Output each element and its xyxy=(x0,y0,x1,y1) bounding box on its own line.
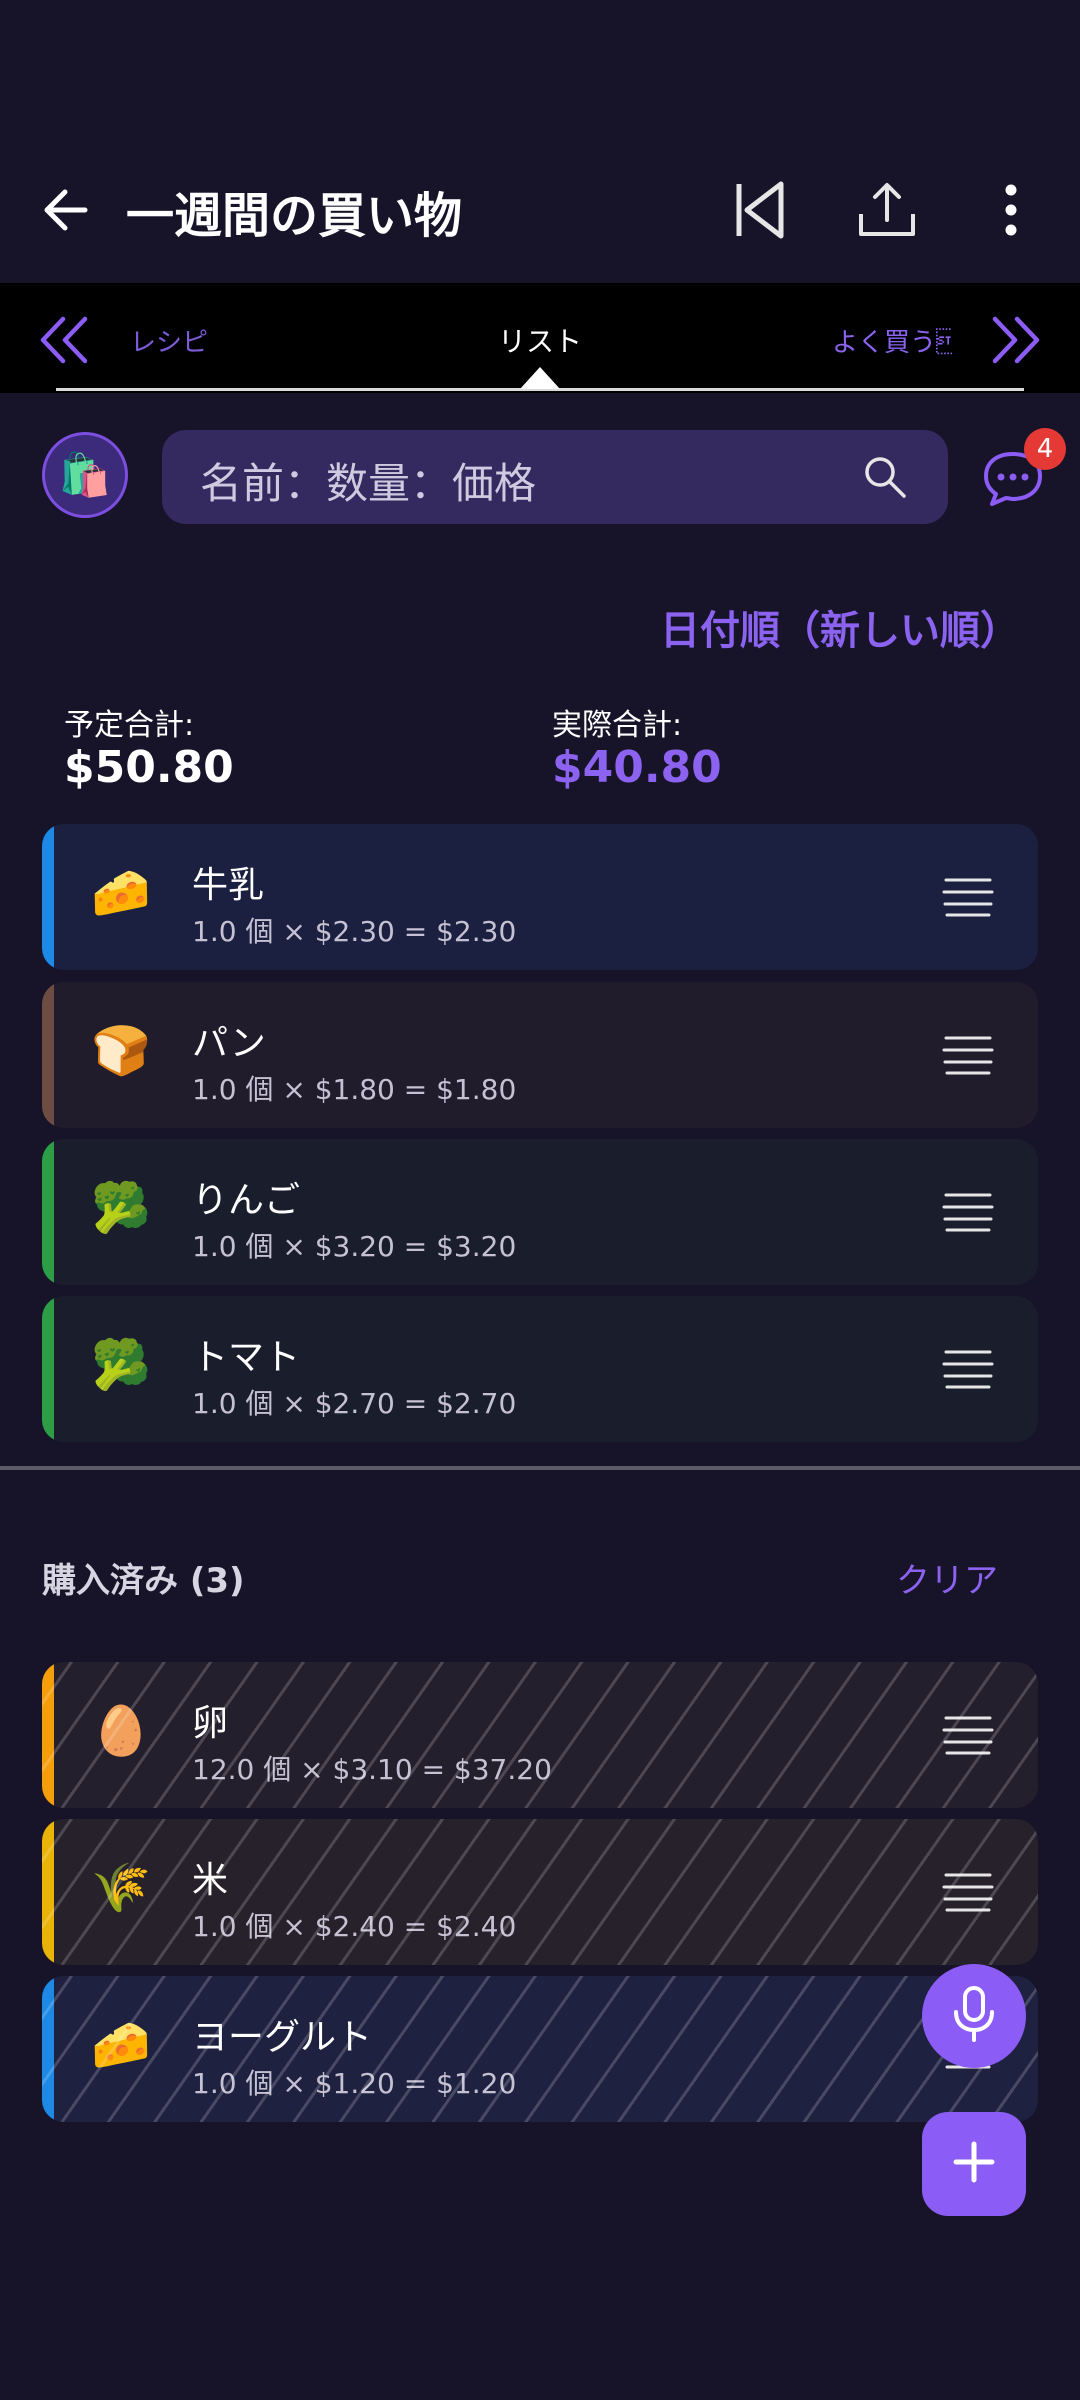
planned-total-value: $50.80 xyxy=(64,742,234,793)
item-detail: 1.0 個 × $2.70 = $2.70 xyxy=(192,1387,517,1420)
item-name: ヨーグルト xyxy=(192,2017,373,2058)
item-detail: 1.0 個 × $2.40 = $2.40 xyxy=(192,1910,517,1943)
more-vert-icon[interactable] xyxy=(966,170,1056,250)
shopping-bag-icon[interactable]: 🛍️ xyxy=(42,432,128,518)
actual-total-label: 実際合計: xyxy=(552,708,683,743)
purchased-item[interactable]: 🧀 ヨーグルト 1.0 個 × $1.20 = $1.20 xyxy=(42,1976,1038,2122)
category-strip xyxy=(42,1819,54,1965)
tab-indicator-notch xyxy=(520,367,560,389)
search-icon[interactable] xyxy=(860,452,910,502)
purchased-item[interactable]: 🌾 米 1.0 個 × $2.40 = $2.40 xyxy=(42,1819,1038,1965)
item-detail: 1.0 個 × $2.30 = $2.30 xyxy=(192,915,517,948)
notification-badge: 4 xyxy=(1024,428,1066,470)
item-name: パン xyxy=(192,1023,266,1064)
category-strip xyxy=(42,1296,54,1442)
category-strip xyxy=(42,1139,54,1285)
add-item-button[interactable] xyxy=(922,2112,1026,2216)
bread-icon: 🍞 xyxy=(91,1023,151,1079)
item-name: りんご xyxy=(192,1180,301,1221)
microphone-icon xyxy=(950,1984,998,2048)
category-strip xyxy=(42,982,54,1128)
drag-handle-icon[interactable] xyxy=(940,1189,996,1235)
purchased-header: 購入済み (3) xyxy=(42,1561,245,1601)
purchased-item[interactable]: 🥚 卵 12.0 個 × $3.10 = $37.20 xyxy=(42,1662,1038,1808)
item-detail: 12.0 個 × $3.10 = $37.20 xyxy=(192,1753,552,1786)
item-detail: 1.0 個 × $1.80 = $1.80 xyxy=(192,1073,517,1106)
list-item[interactable]: 🍞 パン 1.0 個 × $1.80 = $1.80 xyxy=(42,982,1038,1128)
page-title: 一週間の買い物 xyxy=(126,188,463,244)
item-name: トマト xyxy=(192,1337,301,1378)
sort-selector[interactable]: 日付順（新しい順） xyxy=(600,598,1020,656)
drag-handle-icon[interactable] xyxy=(940,1032,996,1078)
item-detail: 1.0 個 × $3.20 = $3.20 xyxy=(192,1230,517,1263)
cheese-icon: 🧀 xyxy=(91,2017,151,2073)
item-name: 牛乳 xyxy=(192,865,265,906)
cheese-icon: 🧀 xyxy=(91,865,151,921)
drag-handle-icon[interactable] xyxy=(940,1346,996,1392)
section-divider xyxy=(0,1466,1080,1470)
actual-total-value: $40.80 xyxy=(552,742,722,793)
broccoli-icon: 🥦 xyxy=(91,1337,151,1393)
item-name: 米 xyxy=(192,1860,229,1901)
double-chevron-right-icon[interactable] xyxy=(982,305,1052,375)
search-placeholder: 名前：数量：価格 xyxy=(200,459,537,508)
back-arrow-icon[interactable] xyxy=(30,170,100,250)
tab-frequent[interactable]: よく買う xyxy=(832,322,952,359)
plus-icon xyxy=(952,2140,996,2188)
broccoli-icon: 🥦 xyxy=(91,1180,151,1236)
planned-total-label: 予定合計: xyxy=(64,708,195,743)
category-strip xyxy=(42,824,54,970)
egg-icon: 🥚 xyxy=(91,1703,151,1759)
category-strip xyxy=(42,1976,54,2122)
item-name: 卵 xyxy=(192,1703,229,1744)
list-item[interactable]: 🥦 りんご 1.0 個 × $3.20 = $3.20 xyxy=(42,1139,1038,1285)
drag-handle-icon[interactable] xyxy=(940,1869,996,1915)
drag-handle-icon[interactable] xyxy=(940,874,996,920)
item-detail: 1.0 個 × $1.20 = $1.20 xyxy=(192,2067,517,2100)
voice-input-button[interactable] xyxy=(922,1964,1026,2068)
list-item[interactable]: 🥦 トマト 1.0 個 × $2.70 = $2.70 xyxy=(42,1296,1038,1442)
skip-previous-icon[interactable] xyxy=(714,170,804,250)
category-strip xyxy=(42,1662,54,1808)
clear-button[interactable]: クリア xyxy=(896,1553,998,1602)
drag-handle-icon[interactable] xyxy=(940,1712,996,1758)
share-icon[interactable] xyxy=(842,170,932,250)
list-item[interactable]: 🧀 牛乳 1.0 個 × $2.30 = $2.30 xyxy=(42,824,1038,970)
rice-icon: 🌾 xyxy=(91,1860,151,1916)
